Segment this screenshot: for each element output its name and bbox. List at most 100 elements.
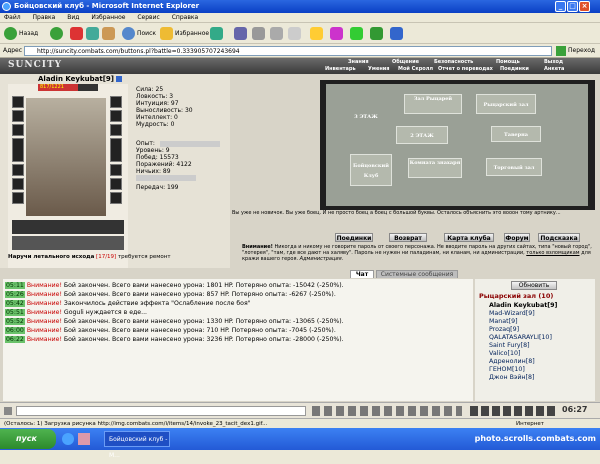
earrings-slot[interactable]: [110, 96, 122, 108]
shield-slot[interactable]: [110, 124, 122, 136]
boots-slot[interactable]: [110, 164, 122, 176]
action-icons[interactable]: [470, 406, 558, 416]
club-map-button[interactable]: Карта клуба: [444, 233, 494, 242]
amulet-slot[interactable]: [12, 110, 24, 122]
room-floor-2[interactable]: 2 ЭТАЖ: [396, 126, 448, 144]
tab-chat[interactable]: Чат: [350, 270, 374, 278]
exp-transfers: Передач: 199: [136, 184, 179, 191]
address-input[interactable]: [24, 46, 552, 56]
user-entry[interactable]: Aladin Keykubat[9]: [489, 302, 557, 310]
ring-slot[interactable]: [110, 110, 122, 122]
smile-icon[interactable]: [4, 407, 12, 415]
search-icon[interactable]: [122, 27, 135, 40]
refresh-button[interactable]: Обновить: [511, 281, 557, 290]
room-fight-club[interactable]: Бойцовский Клуб: [350, 154, 392, 186]
nav-transfer-report[interactable]: Отчет о переводах: [438, 66, 493, 73]
folder-icon[interactable]: [310, 27, 323, 40]
quicklaunch-ie-icon[interactable]: [62, 433, 74, 445]
home-icon[interactable]: [102, 27, 115, 40]
nav-communication[interactable]: Общение: [392, 59, 419, 66]
ring3-slot[interactable]: [110, 192, 122, 204]
bracers-slot[interactable]: [12, 192, 24, 204]
print-icon[interactable]: [252, 27, 265, 40]
forum-button[interactable]: Форум: [504, 233, 530, 242]
nav-knowledge[interactable]: Знания: [348, 59, 369, 66]
user-entry[interactable]: Manat[9]: [489, 318, 518, 326]
tab-system-messages[interactable]: Системные сообщения: [376, 270, 458, 278]
character-name[interactable]: Aladin Keykubat: [38, 75, 103, 83]
info-icon[interactable]: [116, 76, 123, 82]
user-entry[interactable]: Valico[10]: [489, 350, 520, 358]
search-button-label[interactable]: Поиск: [137, 28, 156, 40]
helmet-slot[interactable]: [12, 96, 24, 108]
armor-slot[interactable]: [12, 138, 24, 162]
user-entry[interactable]: Saint Fury[8]: [489, 342, 530, 350]
exp-wins: Побед: 15573: [136, 154, 179, 161]
forward-arrow-icon[interactable]: [50, 27, 63, 40]
menu-file[interactable]: Файл: [4, 14, 21, 21]
ring2-slot[interactable]: [110, 178, 122, 190]
room-knights-zal[interactable]: Рыцарский зал: [476, 94, 536, 114]
ie-logo-icon: [2, 2, 11, 11]
chat-input[interactable]: [16, 406, 306, 416]
nav-my-scroll[interactable]: Мой Скролл: [398, 66, 433, 73]
belt-slot[interactable]: [12, 164, 24, 176]
nav-help[interactable]: Помощь: [496, 59, 520, 66]
chat-tool-icons[interactable]: [312, 406, 462, 416]
edit-icon[interactable]: [270, 27, 283, 40]
nav-inventory[interactable]: Инвентарь: [325, 66, 356, 73]
nav-skills[interactable]: Умения: [368, 66, 390, 73]
refresh-icon[interactable]: [86, 27, 99, 40]
minimize-button[interactable]: _: [555, 1, 566, 12]
media-icon[interactable]: [210, 27, 223, 40]
go-arrow-icon[interactable]: [556, 46, 566, 56]
close-button[interactable]: ×: [579, 1, 590, 12]
browser-statusbar: (Осталось: 1) Загрузка рисунка http://im…: [0, 418, 600, 428]
back-arrow-icon[interactable]: [4, 27, 17, 40]
taskbar-item-ie[interactable]: Бойцовский клуб - M...: [104, 431, 170, 459]
leggings-slot[interactable]: [110, 138, 122, 162]
warning-link[interactable]: только взломщикам: [526, 250, 579, 256]
room-trade-hall[interactable]: Торговый зал: [486, 158, 542, 176]
user-entry[interactable]: Mad-Wizard[9]: [489, 310, 535, 318]
favorites-star-icon[interactable]: [160, 27, 173, 40]
nav-fights[interactable]: Поединки: [500, 66, 529, 73]
fights-button[interactable]: Поединки: [335, 233, 373, 242]
stat-intellect: Интеллект: 0: [136, 114, 178, 121]
nav-profile[interactable]: Анкета: [544, 66, 564, 73]
user-entry[interactable]: Адренолин[8]: [489, 358, 535, 366]
user-entry[interactable]: QALATASARAYLI[10]: [489, 334, 552, 342]
menu-help[interactable]: Справка: [172, 14, 198, 21]
user-entry[interactable]: Prozaq[9]: [489, 326, 519, 334]
mail-icon[interactable]: [234, 27, 247, 40]
messenger-icon[interactable]: [330, 27, 343, 40]
back-button-label[interactable]: Назад: [19, 28, 38, 40]
weapon-slot[interactable]: [12, 124, 24, 136]
user-entry[interactable]: ГЕНОМ[10]: [489, 366, 525, 374]
go-button-label[interactable]: Переход: [568, 47, 595, 54]
favorites-button-label[interactable]: Избранное: [175, 28, 209, 40]
return-button[interactable]: Возврат: [389, 233, 427, 242]
room-knights-hall[interactable]: Зал Рыцарей: [404, 94, 462, 114]
hint-button[interactable]: Подсказка: [538, 233, 580, 242]
menu-tools[interactable]: Сервис: [137, 14, 159, 21]
room-healer[interactable]: Комната знахаря: [408, 158, 462, 178]
user-entry[interactable]: Джон Вэйн[8]: [489, 374, 534, 382]
stop-icon[interactable]: [70, 27, 83, 40]
menu-edit[interactable]: Правка: [33, 14, 56, 21]
quicklaunch-desktop-icon[interactable]: [78, 433, 90, 445]
discuss-icon[interactable]: [288, 27, 301, 40]
quick-slots[interactable]: [12, 220, 124, 234]
windows-icon[interactable]: [390, 27, 403, 40]
nav-exit[interactable]: Выход: [544, 59, 563, 66]
exp-draws: Ничьих: 89: [136, 168, 171, 175]
gloves-slot[interactable]: [12, 178, 24, 190]
menu-view[interactable]: Вид: [67, 14, 79, 21]
start-button[interactable]: пуск: [0, 429, 56, 449]
addon-icon[interactable]: [350, 27, 363, 40]
maximize-button[interactable]: □: [567, 1, 578, 12]
menu-favorites[interactable]: Избранное: [91, 14, 125, 21]
clover-icon[interactable]: [370, 27, 383, 40]
room-tavern[interactable]: Таверна: [491, 126, 541, 142]
nav-security[interactable]: Безопасность: [434, 59, 473, 66]
